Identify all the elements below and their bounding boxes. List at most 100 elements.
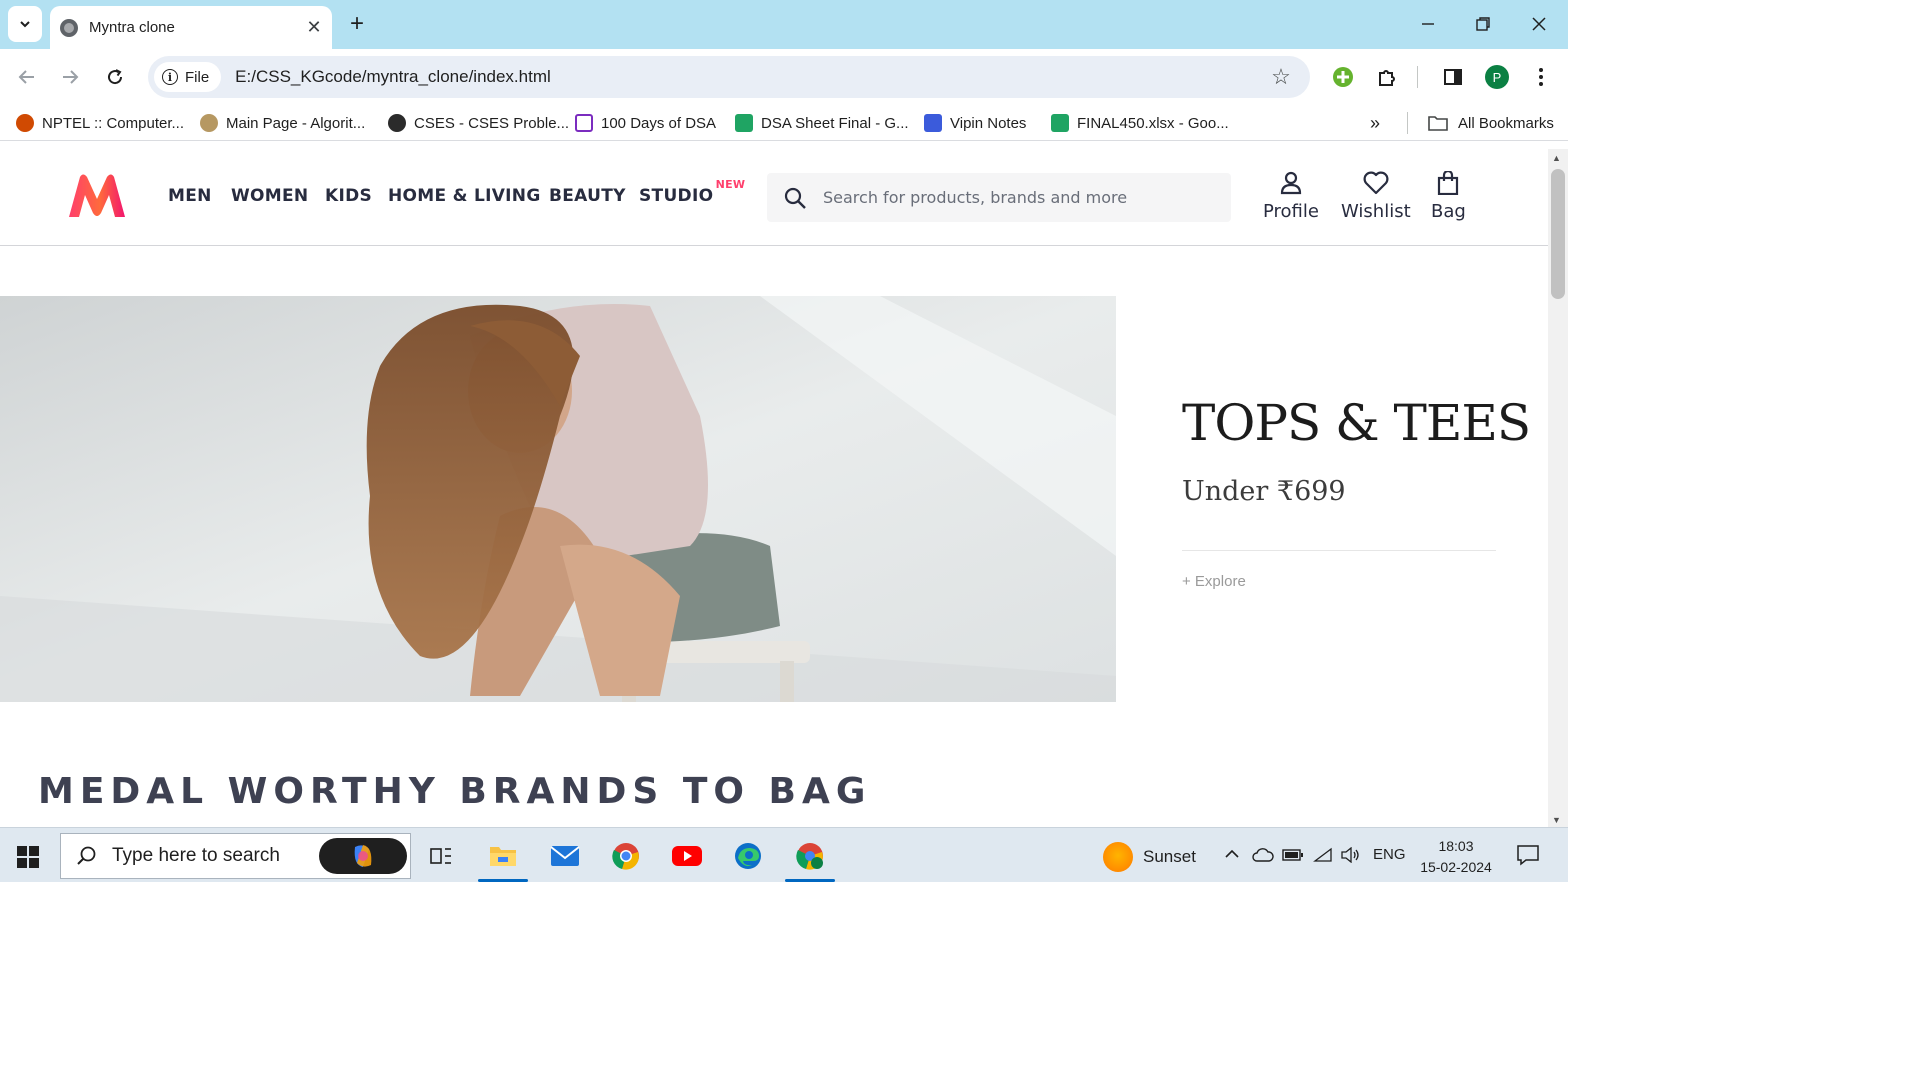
- browser-tab[interactable]: Myntra clone ✕: [50, 6, 332, 49]
- scroll-down-icon[interactable]: ▼: [1552, 815, 1561, 825]
- product-search-bar: [767, 173, 1231, 222]
- profile-action[interactable]: Profile: [1263, 171, 1319, 222]
- nav-studio[interactable]: STUDIO NEW: [639, 178, 745, 206]
- wifi-icon[interactable]: [1313, 847, 1333, 867]
- browser-title-bar: Myntra clone ✕ +: [0, 0, 1568, 49]
- language-indicator[interactable]: ENG: [1373, 846, 1406, 863]
- copilot-icon[interactable]: [319, 838, 407, 874]
- clock-date: 15-02-2024: [1420, 859, 1492, 875]
- chevron-down-icon: [20, 21, 30, 28]
- extensions-puzzle-icon[interactable]: [1374, 64, 1400, 90]
- search-icon[interactable]: [767, 186, 823, 210]
- back-button[interactable]: [11, 61, 43, 93]
- nav-studio-label: STUDIO: [639, 186, 714, 206]
- nav-women[interactable]: WOMEN: [231, 186, 308, 206]
- hero-title: TOPS & TEES: [1182, 394, 1531, 452]
- nav-men[interactable]: MEN: [168, 186, 212, 206]
- bag-action[interactable]: Bag: [1431, 171, 1466, 222]
- close-window-button[interactable]: [1516, 8, 1562, 40]
- side-panel-icon[interactable]: [1440, 64, 1466, 90]
- heart-icon: [1363, 171, 1389, 195]
- nav-home-living[interactable]: HOME & LIVING: [388, 186, 541, 206]
- page-scrollbar[interactable]: ▲ ▼: [1548, 149, 1568, 827]
- youtube-icon[interactable]: [671, 840, 703, 872]
- bookmark-star-icon[interactable]: ☆: [1266, 64, 1296, 90]
- explore-link[interactable]: + Explore: [1182, 573, 1246, 590]
- bookmarks-divider: [1407, 112, 1408, 134]
- sheets-icon: [1051, 114, 1069, 132]
- file-explorer-icon[interactable]: [478, 840, 528, 882]
- hero-subtitle: Under ₹699: [1182, 476, 1346, 507]
- bookmark-label: 100 Days of DSA: [601, 114, 717, 132]
- bookmark-label: Main Page - Algorit...: [226, 114, 366, 132]
- scroll-up-icon[interactable]: ▲: [1552, 153, 1561, 163]
- myntra-logo-icon[interactable]: [66, 173, 128, 219]
- new-tab-button[interactable]: +: [343, 10, 371, 38]
- notes-icon: [924, 114, 942, 132]
- chevron-up-icon[interactable]: [1224, 846, 1240, 863]
- bookmark-item[interactable]: 100 Days of DSA: [575, 112, 716, 134]
- bookmark-item[interactable]: CSES - CSES Proble...: [388, 112, 569, 134]
- more-bookmarks-button[interactable]: »: [1370, 112, 1380, 134]
- bookmark-item[interactable]: NPTEL :: Computer...: [16, 112, 184, 134]
- site-info-chip[interactable]: i File: [154, 62, 222, 92]
- edge-icon[interactable]: [732, 840, 764, 872]
- chrome-icon[interactable]: [610, 840, 642, 872]
- tab-search-button[interactable]: [8, 6, 42, 42]
- bookmark-item[interactable]: Vipin Notes: [924, 112, 1026, 134]
- presentation-icon: [575, 114, 593, 132]
- notification-icon[interactable]: [1516, 844, 1540, 870]
- address-bar[interactable]: i File E:/CSS_KGcode/myntra_clone/index.…: [148, 56, 1310, 98]
- nav-beauty[interactable]: BEAUTY: [549, 186, 626, 206]
- bookmark-item[interactable]: DSA Sheet Final - G...: [735, 112, 909, 134]
- battery-icon[interactable]: [1282, 848, 1304, 866]
- kebab-menu-icon[interactable]: [1528, 64, 1554, 90]
- bookmark-item[interactable]: Main Page - Algorit...: [200, 112, 365, 134]
- search-icon: [77, 846, 96, 865]
- double-chevron-right-icon: »: [1370, 112, 1381, 133]
- model-photo-illustration: [0, 296, 1116, 702]
- restore-button[interactable]: [1460, 8, 1506, 40]
- bag-label: Bag: [1431, 201, 1466, 222]
- product-search-input[interactable]: [823, 188, 1203, 207]
- bag-icon: [1438, 171, 1459, 195]
- close-icon: [1532, 17, 1546, 31]
- speaker-icon[interactable]: [1340, 846, 1360, 867]
- bookmark-label: DSA Sheet Final - G...: [761, 114, 909, 132]
- mail-icon[interactable]: [549, 840, 581, 872]
- wishlist-action[interactable]: Wishlist: [1341, 171, 1411, 222]
- profile-label: Profile: [1263, 201, 1319, 222]
- extension-add-icon[interactable]: [1330, 64, 1356, 90]
- bookmark-item[interactable]: FINAL450.xlsx - Goo...: [1051, 112, 1229, 134]
- bookmark-label: NPTEL :: Computer...: [42, 114, 184, 132]
- reload-button[interactable]: [99, 61, 131, 93]
- site-header: MEN WOMEN KIDS HOME & LIVING BEAUTY STUD…: [0, 149, 1548, 246]
- taskbar-search-box[interactable]: Type here to search: [60, 833, 411, 879]
- forward-button[interactable]: [54, 61, 86, 93]
- onedrive-icon[interactable]: [1252, 848, 1274, 866]
- reload-icon: [108, 69, 123, 85]
- task-view-icon[interactable]: [425, 840, 457, 872]
- scrollbar-thumb[interactable]: [1551, 169, 1565, 299]
- toolbar-divider: [1417, 66, 1418, 88]
- taskbar-clock[interactable]: 18:03 15-02-2024: [1418, 836, 1494, 878]
- folder-icon: [1428, 116, 1448, 131]
- close-tab-icon[interactable]: ✕: [302, 16, 326, 40]
- profile-avatar[interactable]: P: [1484, 64, 1510, 90]
- nav-kids[interactable]: KIDS: [325, 186, 372, 206]
- minimize-button[interactable]: [1405, 8, 1451, 40]
- bookmarks-bar: NPTEL :: Computer... Main Page - Algorit…: [0, 105, 1568, 141]
- url-text[interactable]: E:/CSS_KGcode/myntra_clone/index.html: [235, 67, 1266, 87]
- hero-banner-image[interactable]: [0, 296, 1116, 702]
- active-indicator: [785, 879, 835, 882]
- browser-toolbar: i File E:/CSS_KGcode/myntra_clone/index.…: [0, 49, 1568, 105]
- windows-start-icon[interactable]: [17, 846, 39, 868]
- site-info-label: File: [185, 68, 210, 86]
- clock-time: 18:03: [1438, 838, 1474, 854]
- info-icon: i: [162, 69, 178, 85]
- all-bookmarks-button[interactable]: All Bookmarks: [1428, 112, 1554, 134]
- chrome-profile-icon[interactable]: [785, 840, 835, 882]
- algorithmica-icon: [200, 114, 218, 132]
- arrow-right-icon: [63, 70, 79, 84]
- weather-widget[interactable]: Sunset: [1103, 842, 1196, 872]
